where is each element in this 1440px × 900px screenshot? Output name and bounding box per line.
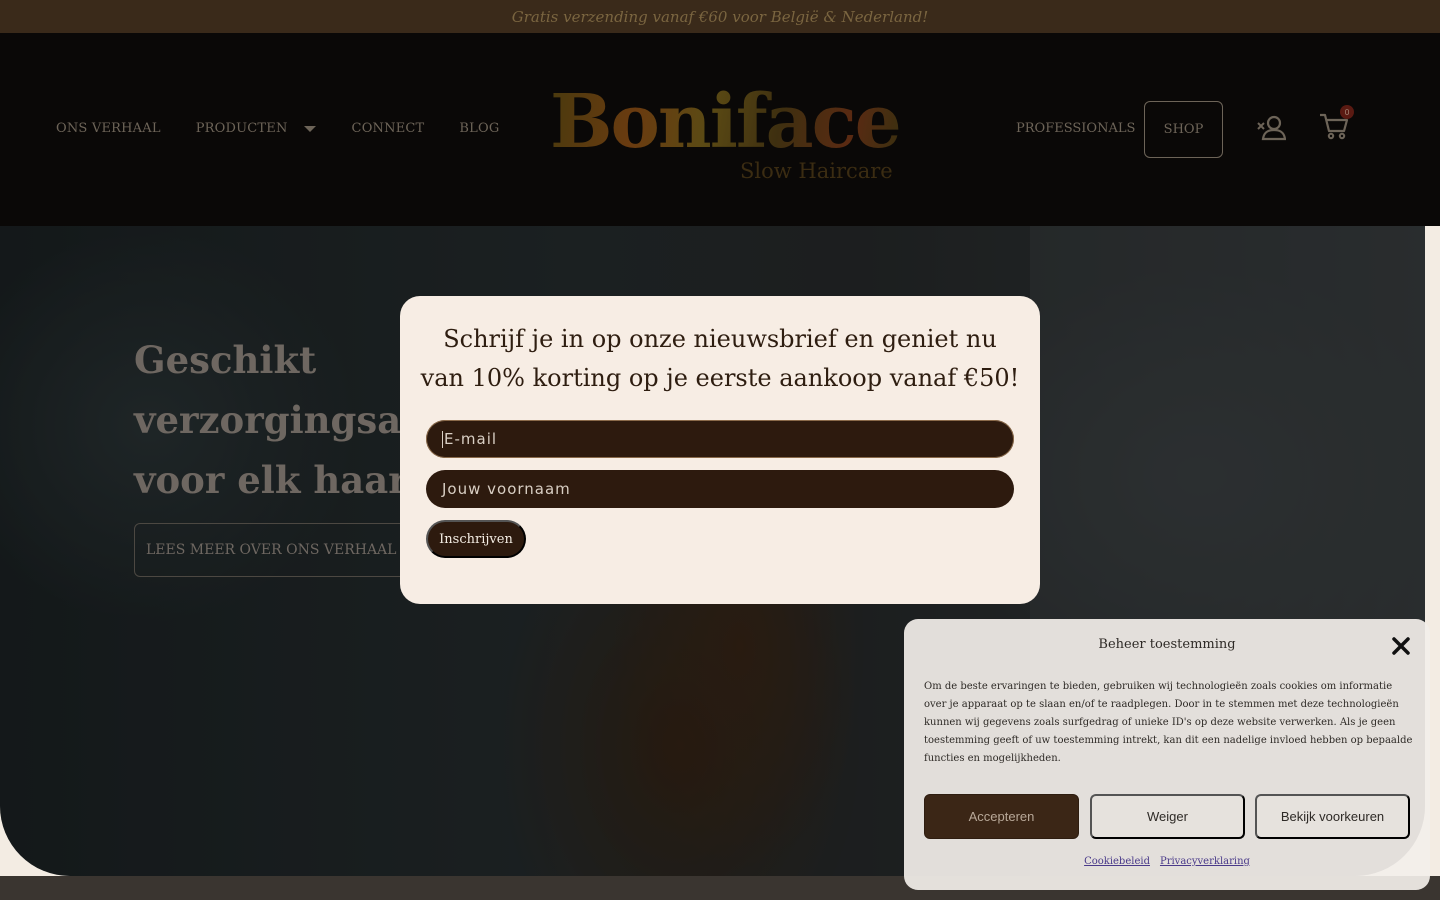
newsletter-title: Schrijf je in op onze nieuwsbrief en gen… [420,325,1020,392]
view-preferences-button[interactable]: Bekijk voorkeuren [1255,794,1410,839]
cookie-title: Beheer toestemming [1098,637,1236,652]
nav-producten[interactable]: PRODUCTEN [196,121,316,136]
subscribe-button[interactable]: Inschrijven [426,520,526,558]
site-logo[interactable]: Boniface Slow Haircare [550,85,910,185]
newsletter-popup: Schrijf je in op onze nieuwsbrief en gen… [400,296,1040,604]
cookie-consent-panel: Beheer toestemming Om de beste ervaringe… [904,619,1430,890]
email-field[interactable]: E-mail [426,420,1014,458]
email-placeholder: E-mail [444,430,498,448]
privacy-statement-link[interactable]: Privacyverklaring [1160,856,1250,867]
main-nav: ONS VERHAAL PRODUCTEN CONNECT BLOG [56,121,499,136]
cookie-body: Om de beste ervaringen te bieden, gebrui… [924,681,1413,764]
close-icon[interactable] [1390,635,1412,657]
nav-ons-verhaal[interactable]: ONS VERHAAL [56,121,161,136]
text-cursor [442,430,443,448]
cookie-policy-link[interactable]: Cookiebeleid [1084,856,1150,867]
cookie-links: Cookiebeleid Privacyverklaring [904,856,1430,867]
logo-tagline: Slow Haircare [740,159,893,183]
first-name-placeholder: Jouw voornaam [442,480,571,498]
chevron-down-icon [303,125,316,132]
accept-button[interactable]: Accepteren [924,794,1079,839]
nav-blog[interactable]: BLOG [459,121,499,136]
announcement-bar: Gratis verzending vanaf €60 voor België … [0,0,1440,33]
announcement-text: Gratis verzending vanaf €60 voor België … [511,7,929,26]
nav-connect[interactable]: CONNECT [352,121,425,136]
first-name-field[interactable]: Jouw voornaam [426,470,1014,508]
read-story-button[interactable]: LEES MEER OVER ONS VERHAAL [134,523,424,577]
deny-button[interactable]: Weiger [1090,794,1245,839]
site-header: ONS VERHAAL PRODUCTEN CONNECT BLOG Bonif… [0,33,1440,226]
nav-producten-label: PRODUCTEN [195,121,288,136]
nav-professionals[interactable]: PROFESSIONALS [1016,121,1135,136]
cart-count-badge: 0 [1340,105,1354,119]
user-icon[interactable] [1256,115,1287,141]
logo-wordmark: Boniface [550,79,902,165]
shop-button[interactable]: SHOP [1144,101,1223,158]
